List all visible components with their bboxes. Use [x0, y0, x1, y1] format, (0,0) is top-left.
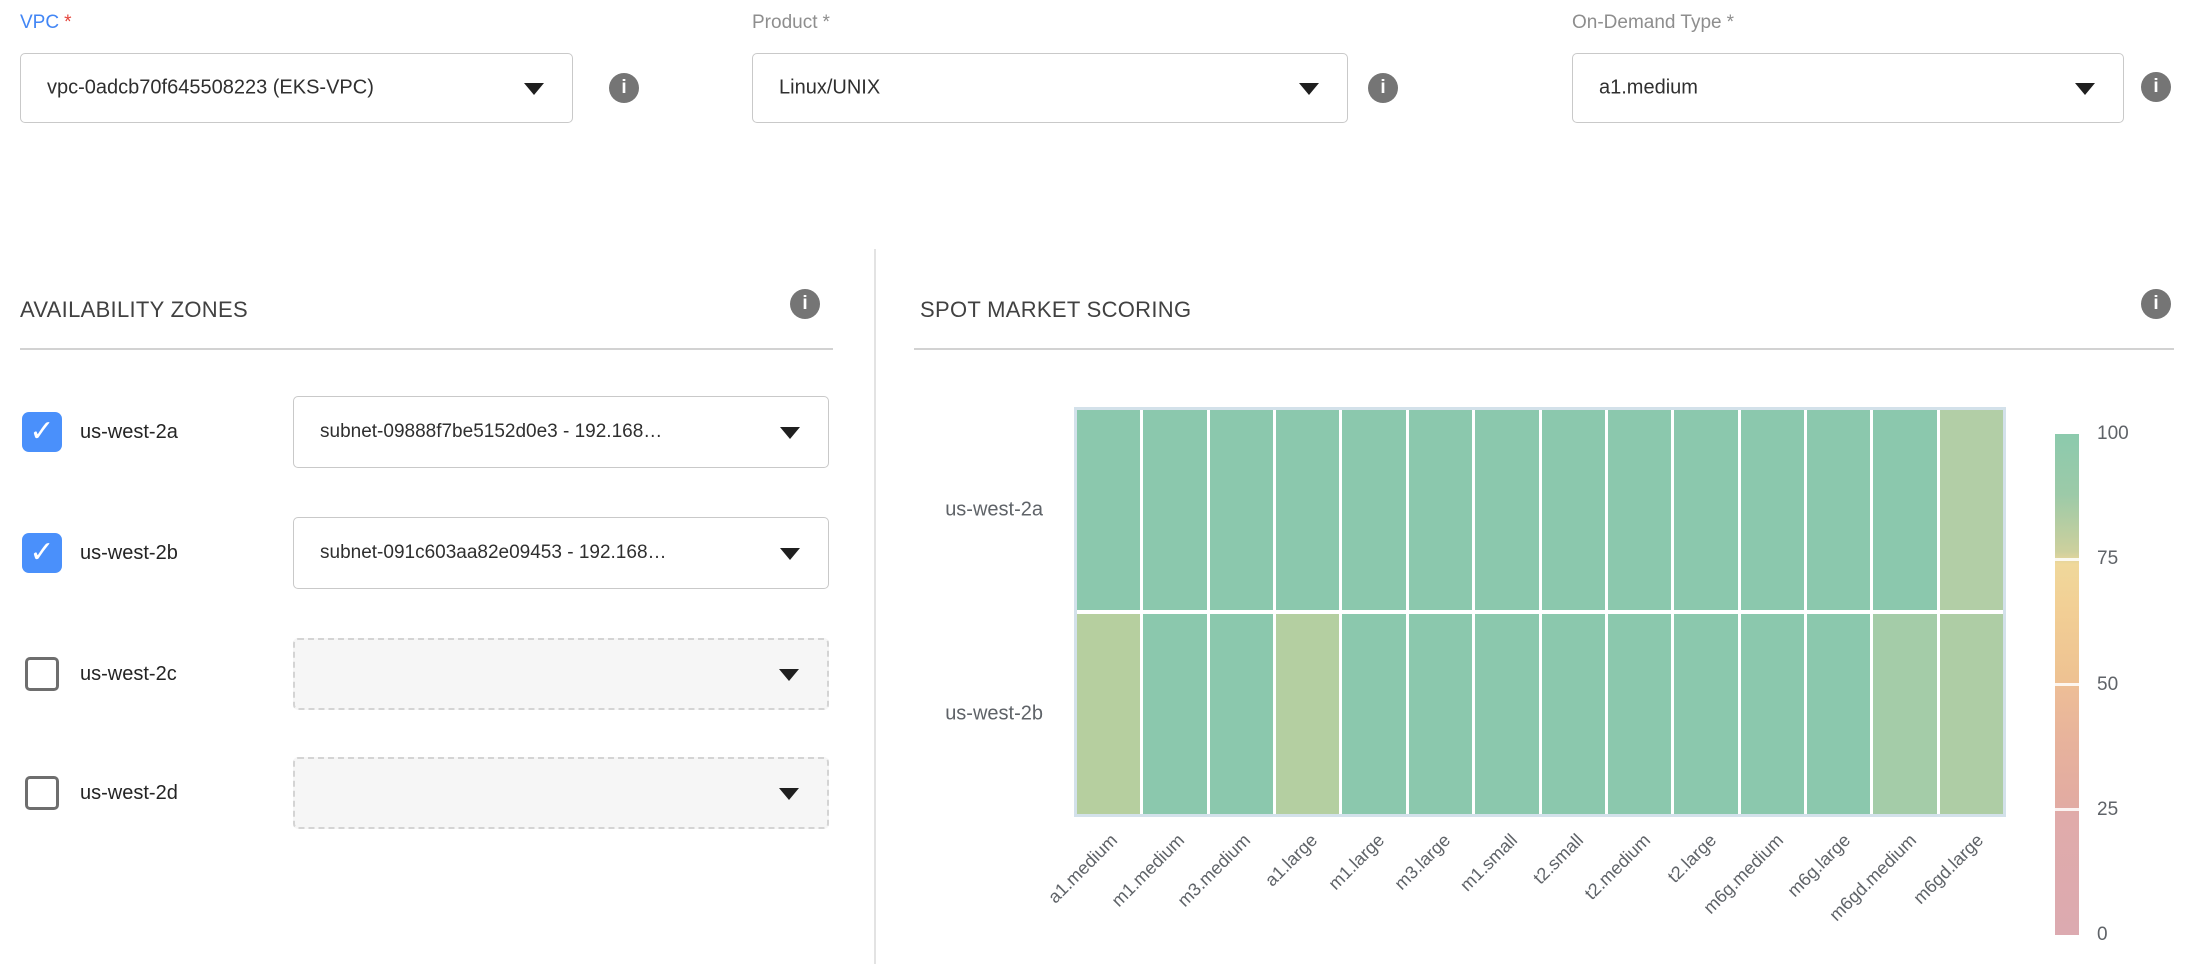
heatmap-cell-us-west-2a-m6g.large [1807, 410, 1870, 610]
vpc-select[interactable]: vpc-0adcb70f645508223 (EKS-VPC) [20, 53, 573, 123]
heatmap-cell-us-west-2b-t2.medium [1608, 614, 1671, 814]
heatmap-cell-us-west-2b-m1.small [1475, 614, 1538, 814]
heatmap-cell-us-west-2b-t2.small [1542, 614, 1605, 814]
subnet-select-value: subnet-091c603aa82e09453 - 192.168… [320, 542, 667, 564]
caret-down-icon [779, 788, 799, 800]
page: VPC* vpc-0adcb70f645508223 (EKS-VPC) Pro… [0, 0, 2196, 964]
product-select[interactable]: Linux/UNIX [752, 53, 1348, 123]
info-icon[interactable] [790, 289, 820, 319]
heatmap-cell-us-west-2b-m1.large [1342, 614, 1405, 814]
vpc-select-value: vpc-0adcb70f645508223 (EKS-VPC) [47, 77, 374, 100]
on-demand-type-label: On-Demand Type* [1572, 12, 1734, 34]
divider [914, 348, 2174, 350]
zone-label: us-west-2c [80, 638, 177, 710]
heatmap-cell-us-west-2a-m1.small [1475, 410, 1538, 610]
heatmap-cell-us-west-2a-m3.medium [1210, 410, 1273, 610]
colorbar-label-0: 0 [2097, 924, 2108, 946]
colorbar-label-100: 100 [2097, 423, 2129, 445]
zone-label: us-west-2a [80, 396, 178, 468]
spot-market-scoring-title: SPOT MARKET SCORING [920, 297, 1191, 323]
zone-label: us-west-2b [80, 517, 178, 589]
subnet-select-us-west-2b[interactable]: subnet-091c603aa82e09453 - 192.168… [293, 517, 829, 589]
product-select-value: Linux/UNIX [779, 77, 880, 100]
heatmap-cell-us-west-2a-m3.large [1409, 410, 1472, 610]
on-demand-type-select-value: a1.medium [1599, 77, 1698, 100]
heatmap-cell-us-west-2b-m6g.medium [1741, 614, 1804, 814]
heatmap-cell-us-west-2a-m6gd.large [1940, 410, 2003, 610]
heatmap-cell-us-west-2a-m6gd.medium [1873, 410, 1936, 610]
heatmap-cell-us-west-2a-m6g.medium [1741, 410, 1804, 610]
colorbar-label-75: 75 [2097, 548, 2118, 570]
on-demand-type-field: On-Demand Type* a1.medium [1572, 0, 2124, 123]
heatmap-cell-us-west-2b-m1.medium [1143, 614, 1206, 814]
heatmap-row-label-us-west-2b: us-west-2b [854, 703, 1043, 726]
caret-down-icon [779, 669, 799, 681]
heatmap-cell-us-west-2a-t2.small [1542, 410, 1605, 610]
availability-zones-title: AVAILABILITY ZONES [20, 297, 248, 323]
subnet-select-us-west-2d [293, 757, 829, 829]
section-divider [874, 249, 876, 964]
info-icon[interactable] [2141, 72, 2171, 102]
checkbox-us-west-2a[interactable] [22, 412, 62, 452]
caret-down-icon [780, 548, 800, 560]
checkbox-us-west-2d[interactable] [25, 776, 59, 810]
spot-scoring-heatmap [1074, 407, 2006, 817]
zone-label: us-west-2d [80, 757, 178, 829]
heatmap-cell-us-west-2b-a1.large [1276, 614, 1339, 814]
az-row-us-west-2c: us-west-2c [20, 638, 833, 710]
heatmap-cell-us-west-2a-t2.large [1674, 410, 1737, 610]
heatmap-cell-us-west-2a-m1.medium [1143, 410, 1206, 610]
required-asterisk: * [822, 12, 829, 33]
colorbar-tick [2055, 558, 2079, 561]
caret-down-icon [524, 83, 544, 95]
vpc-label: VPC* [20, 12, 71, 34]
colorbar-label-50: 50 [2097, 674, 2118, 696]
required-asterisk: * [64, 12, 71, 33]
on-demand-type-select[interactable]: a1.medium [1572, 53, 2124, 123]
az-row-us-west-2d: us-west-2d [20, 757, 833, 829]
subnet-select-value: subnet-09888f7be5152d0e3 - 192.168… [320, 421, 662, 443]
checkbox-us-west-2c[interactable] [25, 657, 59, 691]
colorbar-tick [2055, 808, 2079, 811]
divider [20, 348, 833, 350]
heatmap-cell-us-west-2a-a1.large [1276, 410, 1339, 610]
product-field: Product* Linux/UNIX [752, 0, 1348, 123]
subnet-select-us-west-2a[interactable]: subnet-09888f7be5152d0e3 - 192.168… [293, 396, 829, 468]
heatmap-cell-us-west-2a-a1.medium [1077, 410, 1140, 610]
heatmap-cell-us-west-2b-m6gd.large [1940, 614, 2003, 814]
colorbar-tick [2055, 683, 2079, 686]
heatmap-cell-us-west-2a-t2.medium [1608, 410, 1671, 610]
colorbar [2055, 434, 2079, 935]
heatmap-cell-us-west-2b-m6gd.medium [1873, 614, 1936, 814]
heatmap-cell-us-west-2b-m3.large [1409, 614, 1472, 814]
info-icon[interactable] [2141, 289, 2171, 319]
heatmap-cell-us-west-2b-t2.large [1674, 614, 1737, 814]
caret-down-icon [780, 427, 800, 439]
x-axis-label-a1.medium: a1.medium [952, 830, 1122, 964]
az-row-us-west-2a: us-west-2a subnet-09888f7be5152d0e3 - 19… [20, 396, 833, 468]
required-asterisk: * [1727, 12, 1734, 33]
heatmap-cell-us-west-2b-m6g.large [1807, 614, 1870, 814]
heatmap-cell-us-west-2b-a1.medium [1077, 614, 1140, 814]
heatmap-cell-us-west-2a-m1.large [1342, 410, 1405, 610]
checkbox-us-west-2b[interactable] [22, 533, 62, 573]
caret-down-icon [2075, 83, 2095, 95]
subnet-select-us-west-2c [293, 638, 829, 710]
heatmap-row-label-us-west-2a: us-west-2a [854, 499, 1043, 522]
product-label: Product* [752, 12, 830, 34]
heatmap-cell-us-west-2b-m3.medium [1210, 614, 1273, 814]
vpc-field: VPC* vpc-0adcb70f645508223 (EKS-VPC) [20, 0, 573, 123]
info-icon[interactable] [1368, 73, 1398, 103]
caret-down-icon [1299, 83, 1319, 95]
colorbar-label-25: 25 [2097, 799, 2118, 821]
az-row-us-west-2b: us-west-2b subnet-091c603aa82e09453 - 19… [20, 517, 833, 589]
info-icon[interactable] [609, 73, 639, 103]
